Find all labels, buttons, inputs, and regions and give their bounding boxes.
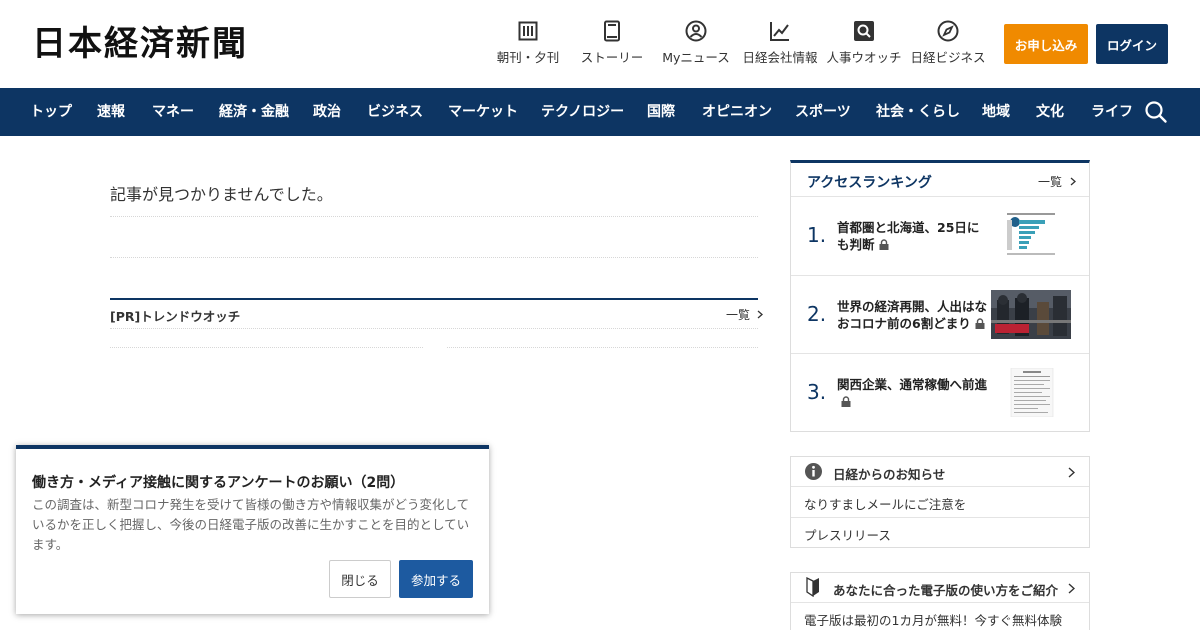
ranking-number: 1. [807, 223, 827, 247]
ranking-headline-text: 関西企業、通常稼働へ前進 [837, 377, 988, 392]
nav-item-politics[interactable]: 政治 [313, 88, 341, 136]
login-button[interactable]: ログイン [1096, 24, 1168, 64]
nav-item-opinion[interactable]: オピニオン [702, 88, 772, 136]
tool-label: ストーリー [580, 50, 644, 65]
notice-item[interactable]: なりすましメールにご注意を [791, 486, 1089, 516]
info-icon [805, 463, 822, 480]
usage-guide: あなたに合った電子版の使い方をご紹介 電子版は最初の1カ月が無料！今すぐ無料体験 [790, 572, 1090, 630]
nav-item-society[interactable]: 社会・くらし [876, 88, 960, 136]
nav-item-economy[interactable]: 経済・金融 [219, 88, 289, 136]
survey-title: 働き方・メディア接触に関するアンケートのお願い（2問） [32, 475, 405, 491]
notices-header[interactable]: 日経からのお知らせ [791, 457, 1089, 487]
ranking-more-link[interactable]: 一覧 [1038, 173, 1076, 190]
survey-popup: 働き方・メディア接触に関するアンケートのお願い（2問） この調査は、新型コロナ発… [16, 445, 489, 614]
newspaper-icon [517, 20, 539, 42]
lock-icon [879, 239, 889, 250]
nav-item-sokuho[interactable]: 速報 [97, 88, 125, 136]
ranking-number: 3. [807, 380, 827, 404]
nav-item-money[interactable]: マネー [152, 88, 194, 136]
guide-header[interactable]: あなたに合った電子版の使い方をご紹介 [791, 573, 1089, 603]
guide-item-label: 電子版は最初の1カ月が無料！今すぐ無料体験 [804, 613, 1062, 628]
beginner-mark-icon [806, 577, 819, 597]
nav-item-business[interactable]: ビジネス [367, 88, 423, 136]
ranking-headline: 首都圏と北海道、25日にも判断 [837, 219, 987, 253]
ranking-item[interactable]: 1. 首都圏と北海道、25日にも判断 [791, 196, 1089, 274]
notice-item-label: なりすましメールにご注意を [804, 497, 967, 512]
user-circle-icon [685, 20, 707, 42]
ranking-title: アクセスランキング [807, 175, 932, 191]
photo-thumbnail [991, 290, 1071, 339]
document-thumbnail [1010, 368, 1054, 417]
ranking-headline-text: 首都圏と北海道、25日にも判断 [837, 220, 980, 252]
guide-title: あなたに合った電子版の使い方をご紹介 [833, 583, 1059, 598]
ranking-number: 2. [807, 302, 827, 326]
close-button[interactable]: 閉じる [329, 560, 391, 598]
nav-item-region[interactable]: 地域 [982, 88, 1010, 136]
chevron-right-icon [1070, 177, 1076, 186]
chevron-right-icon [757, 310, 763, 319]
ranking-headline: 世界の経済再開、人出はなおコロナ前の6割どまり [837, 298, 987, 332]
divider [110, 328, 758, 329]
apply-button[interactable]: お申し込み [1004, 24, 1088, 64]
main-nav: トップ 速報 マネー 経済・金融 政治 ビジネス マーケット テクノロジー 国際… [0, 88, 1200, 136]
chevron-right-icon [1068, 467, 1075, 478]
lock-icon [841, 396, 851, 407]
chart-line-icon [769, 20, 791, 42]
tool-label: 日経ビジネス [910, 50, 986, 65]
ranking-more-label: 一覧 [1038, 175, 1063, 189]
ranking-headline: 関西企業、通常稼働へ前進 [837, 376, 987, 410]
notices-title: 日経からのお知らせ [833, 467, 946, 482]
chevron-right-icon [1068, 583, 1075, 594]
pr-section-bar [110, 298, 758, 300]
pr-more-label: 一覧 [726, 308, 751, 322]
divider [110, 347, 423, 348]
divider [110, 257, 758, 258]
guide-item[interactable]: 電子版は最初の1カ月が無料！今すぐ無料体験 [791, 602, 1089, 630]
lock-icon [975, 318, 985, 329]
nav-item-top[interactable]: トップ [30, 88, 72, 136]
nav-item-world[interactable]: 国際 [647, 88, 675, 136]
site-logo[interactable]: 日本経済新聞 [32, 26, 248, 62]
join-survey-button[interactable]: 参加する [399, 560, 473, 598]
search-icon[interactable] [1144, 100, 1168, 124]
nav-item-sports[interactable]: スポーツ [795, 88, 851, 136]
magnifier-square-icon [853, 20, 875, 42]
ranking-item[interactable]: 2. 世界の経済再開、人出はなおコロナ前の6割どまり [791, 275, 1089, 353]
ranking-item[interactable]: 3. 関西企業、通常稼働へ前進 [791, 353, 1089, 431]
not-found-message: 記事が見つかりませんでした。 [110, 185, 333, 204]
pr-section-title: [PR]トレンドウオッチ [110, 309, 241, 324]
nav-item-culture[interactable]: 文化 [1036, 88, 1064, 136]
survey-description: この調査は、新型コロナ発生を受けて皆様の働き方や情報収集がどう変化しているかを正… [32, 497, 470, 552]
book-icon [601, 20, 623, 42]
pr-more-link[interactable]: 一覧 [726, 306, 763, 323]
compass-icon [937, 20, 959, 42]
tool-label: 朝刊・夕刊 [496, 50, 560, 65]
nav-item-life[interactable]: ライフ [1091, 88, 1133, 136]
tool-label: 日経会社情報 [742, 50, 818, 65]
tool-label: 人事ウオッチ [826, 50, 902, 65]
nikkei-notices: 日経からのお知らせ なりすましメールにご注意を プレスリリース [790, 456, 1090, 548]
access-ranking: アクセスランキング 一覧 1. 首都圏と北海道、25日にも判断 2. 世界の経済… [790, 160, 1090, 432]
divider [110, 216, 758, 217]
nav-item-market[interactable]: マーケット [448, 88, 518, 136]
ranking-headline-text: 世界の経済再開、人出はなおコロナ前の6割どまり [837, 299, 988, 331]
notice-item[interactable]: プレスリリース [791, 517, 1089, 547]
divider [447, 347, 758, 348]
nav-item-technology[interactable]: テクノロジー [541, 88, 624, 136]
tool-label: Myニュース [662, 50, 730, 65]
site-header: 日本経済新聞 朝刊・夕刊 ストーリー Myニュース 日経会社情報 人事ウオッチ … [0, 0, 1200, 88]
notice-item-label: プレスリリース [804, 528, 891, 543]
chart-thumbnail [1005, 211, 1057, 260]
